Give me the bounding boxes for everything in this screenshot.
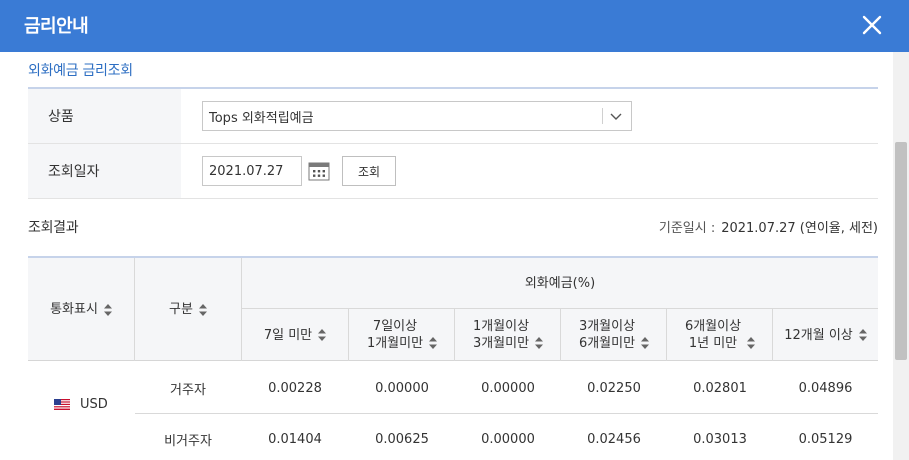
- product-row: 상품 Tops 외화적립예금: [28, 89, 878, 144]
- rate-cell: 0.02250: [587, 381, 641, 396]
- header-period[interactable]: 6개월이상 1년 미만: [667, 309, 773, 361]
- calendar-icon[interactable]: [308, 160, 330, 182]
- period-label: 1년 미만: [688, 336, 738, 351]
- date-label: 조회일자: [28, 144, 181, 198]
- close-icon: [862, 15, 882, 35]
- modal-title: 금리안내: [24, 16, 89, 37]
- sort-icon: [318, 329, 327, 341]
- search-button[interactable]: 조회: [342, 156, 396, 186]
- header-currency[interactable]: 통화표시: [28, 258, 134, 361]
- period-label: 1개월이상: [472, 319, 530, 334]
- rate-cell: 0.02801: [693, 381, 747, 396]
- product-label: 상품: [28, 89, 181, 143]
- period-label: 1개월미만: [366, 336, 424, 351]
- rate-cell: 0.00000: [375, 381, 429, 396]
- header-period[interactable]: 1개월이상 3개월미만: [455, 309, 561, 361]
- modal-content: 외화예금 금리조회 상품 Tops 외화적립예금 조회일자 2021.07.27: [0, 52, 893, 460]
- header-category-label: 구분: [169, 302, 193, 317]
- basis-label: 기준일시 :: [658, 221, 716, 236]
- period-label: 6개월미만: [578, 336, 636, 351]
- rate-cell: 0.00228: [268, 381, 322, 396]
- select-divider: [602, 108, 603, 124]
- period-label: 12개월 이상: [784, 327, 853, 343]
- rate-table: 통화표시 구분 외화예금(%) 7일 미만 7일이상 1개월미만 1개월이상 3…: [28, 256, 878, 449]
- sort-icon: [747, 337, 756, 349]
- table-row: 비거주자 0.01404 0.00625 0.00000 0.02456 0.0…: [28, 414, 878, 460]
- header-period[interactable]: 7일이상 1개월미만: [349, 309, 455, 361]
- rate-cell: 0.04896: [798, 381, 853, 396]
- rate-cell: 0.05129: [798, 432, 853, 447]
- date-row: 조회일자 2021.07.27 조회: [28, 144, 878, 199]
- sort-icon: [535, 337, 544, 349]
- sort-icon: [429, 337, 438, 349]
- period-label: 6개월이상: [684, 319, 742, 334]
- search-form: 상품 Tops 외화적립예금 조회일자 2021.07.27 조회: [28, 87, 878, 199]
- rate-cell: 0.00000: [481, 381, 535, 396]
- sort-icon: [198, 303, 207, 316]
- header-period[interactable]: 7일 미만: [242, 309, 348, 361]
- rate-cell: 0.00625: [375, 432, 429, 447]
- header-group: 외화예금(%): [524, 275, 596, 291]
- sort-icon: [641, 337, 650, 349]
- basis-value: 2021.07.27 (연이율, 세전): [721, 221, 878, 236]
- date-input[interactable]: 2021.07.27: [202, 156, 302, 186]
- product-select-value: Tops 외화적립예금: [209, 110, 314, 126]
- product-select[interactable]: Tops 외화적립예금: [202, 101, 632, 131]
- period-label: 7일 미만: [263, 327, 313, 343]
- sort-icon: [103, 303, 112, 316]
- chevron-down-icon: [610, 113, 622, 120]
- sort-icon: [858, 329, 867, 341]
- header-period[interactable]: 12개월 이상: [773, 309, 878, 361]
- close-button[interactable]: [861, 14, 883, 36]
- rate-cell: 0.03013: [693, 432, 747, 447]
- rate-cell: 0.01404: [268, 432, 322, 447]
- period-label: 7일이상: [372, 319, 418, 334]
- header-period[interactable]: 3개월이상 6개월미만: [561, 309, 667, 361]
- category-cell: 거주자: [170, 383, 206, 398]
- header-currency-label: 통화표시: [50, 302, 98, 317]
- basis-date: 기준일시 : 2021.07.27 (연이율, 세전): [659, 217, 878, 236]
- header-category[interactable]: 구분: [135, 258, 241, 361]
- results-title: 조회결과: [28, 220, 79, 236]
- scrollbar-thumb[interactable]: [895, 142, 907, 360]
- section-title: 외화예금 금리조회: [28, 63, 133, 79]
- period-label: 3개월이상: [578, 319, 636, 334]
- table-row: 거주자 0.00228 0.00000 0.00000 0.02250 0.02…: [28, 363, 878, 414]
- modal-header: 금리안내: [0, 0, 909, 52]
- category-cell: 비거주자: [164, 434, 212, 449]
- rate-cell: 0.02456: [587, 432, 641, 447]
- period-label: 3개월미만: [472, 336, 530, 351]
- table-header: 통화표시 구분 외화예금(%) 7일 미만 7일이상 1개월미만 1개월이상 3…: [28, 258, 878, 361]
- rate-cell: 0.00000: [481, 432, 535, 447]
